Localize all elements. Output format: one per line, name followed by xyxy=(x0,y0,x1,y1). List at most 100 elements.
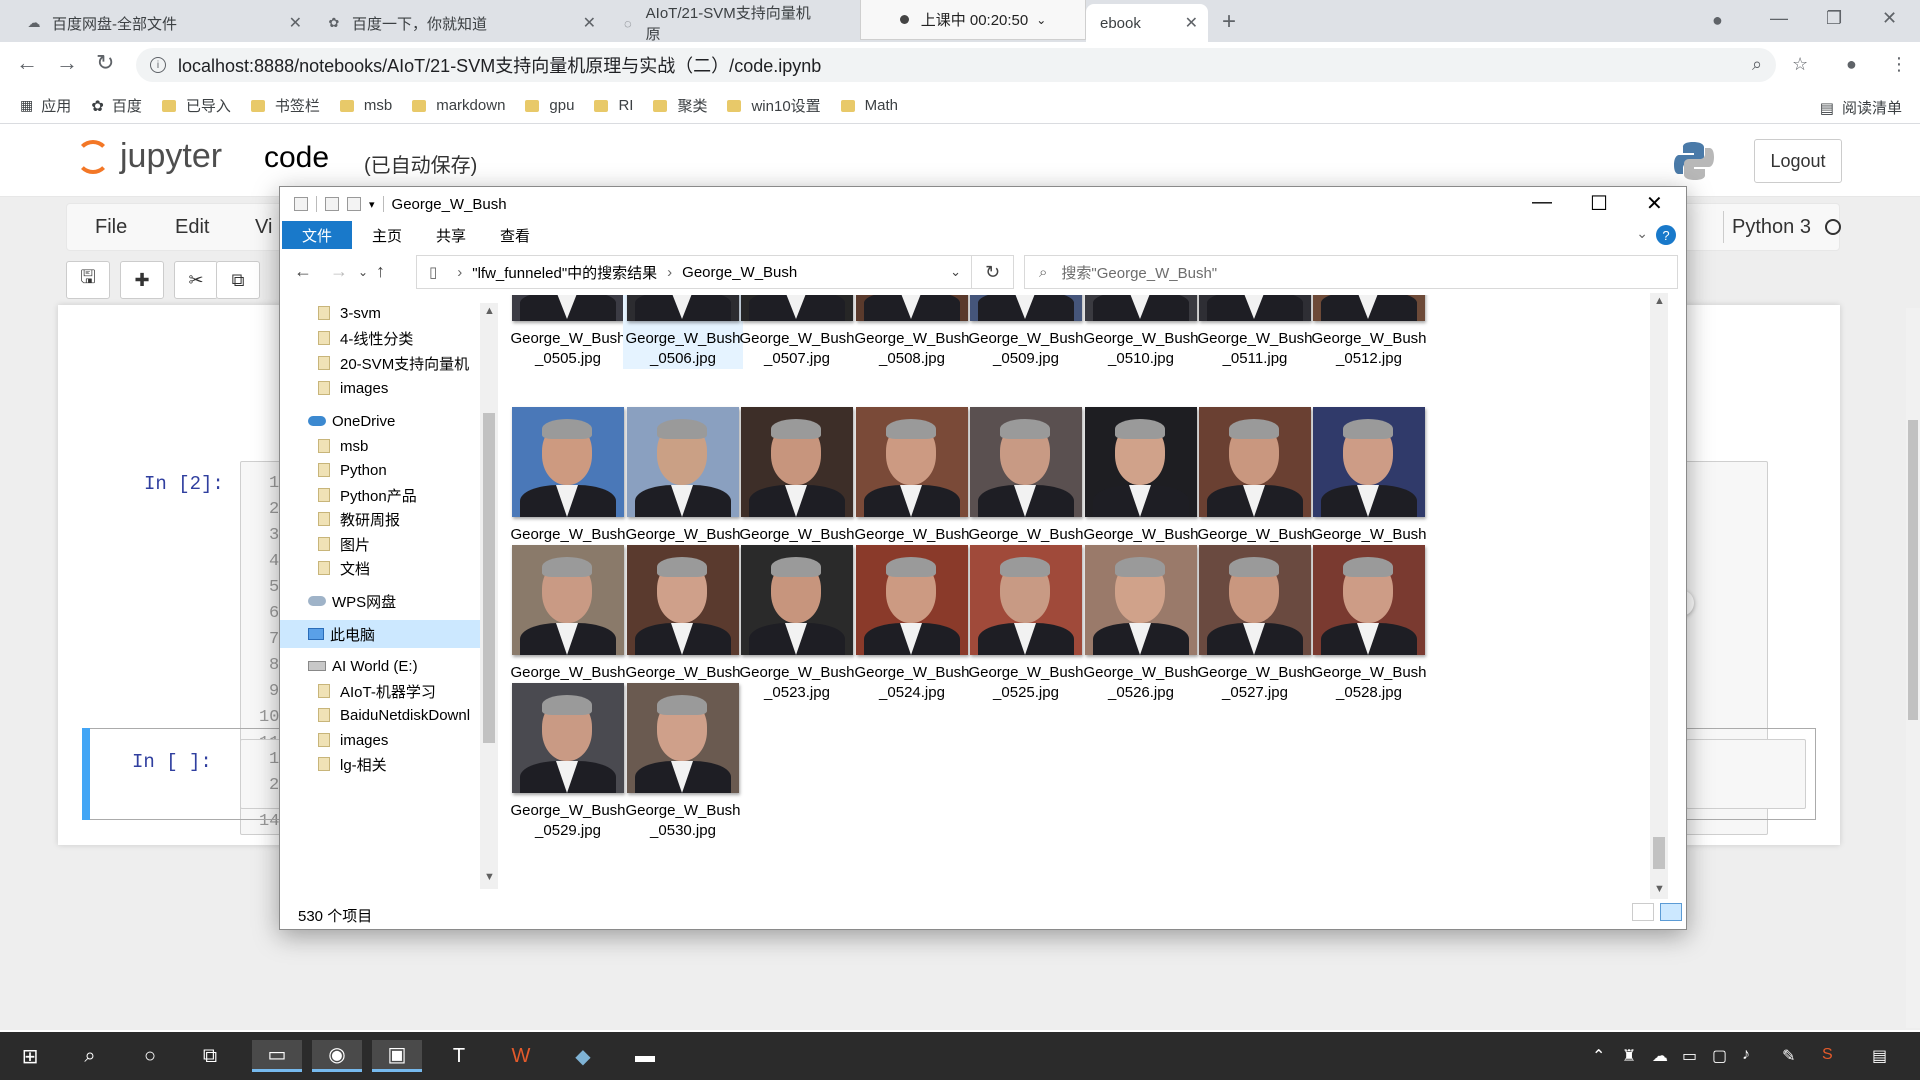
explorer-address-bar[interactable]: ▯ › "lfw_funneled"中的搜索结果 › George_W_Bush… xyxy=(416,255,972,289)
close-window-icon[interactable]: ✕ xyxy=(1882,8,1897,29)
star-icon[interactable]: ☆ xyxy=(1792,54,1808,75)
bookmark-folder[interactable]: gpu xyxy=(525,97,574,114)
forward-icon[interactable]: → xyxy=(330,261,348,282)
file-thumbnail-item[interactable]: George_W_Bush_0519.jpg xyxy=(1195,407,1315,565)
page-scrollbar[interactable] xyxy=(1906,308,1920,1028)
app-cube-icon[interactable]: ◆ xyxy=(558,1040,608,1072)
wps-icon[interactable]: W xyxy=(496,1040,546,1072)
close-window-icon[interactable]: ✕ xyxy=(1646,191,1663,216)
pen-icon[interactable]: ✎ xyxy=(1782,1046,1795,1066)
file-thumbnail-item[interactable]: George_W_Bush_0521.jpg xyxy=(508,545,628,703)
scrollbar-thumb[interactable] xyxy=(483,413,495,743)
nav-pane-item[interactable]: 3-svm xyxy=(280,299,480,327)
insert-cell-button[interactable]: ✚ xyxy=(120,261,164,299)
avatar[interactable]: ● xyxy=(1846,54,1857,75)
up-icon[interactable]: ↑ xyxy=(376,261,385,282)
close-icon[interactable]: ✕ xyxy=(1185,13,1198,33)
tab-ebook[interactable]: ebook ✕ xyxy=(1086,4,1208,42)
breadcrumb-current[interactable]: George_W_Bush xyxy=(682,264,797,281)
ribbon-tab-view[interactable]: 查看 xyxy=(480,221,550,249)
large-icons-view-icon[interactable] xyxy=(1660,903,1682,921)
expand-ribbon-icon[interactable]: ⌄ xyxy=(1636,225,1648,242)
file-thumbnail-item[interactable]: George_W_Bush_0516.jpg xyxy=(852,407,972,565)
restore-icon[interactable]: ❐ xyxy=(1826,8,1842,29)
help-icon[interactable]: ? xyxy=(1656,225,1676,245)
bookmark-folder[interactable]: RI xyxy=(594,97,633,114)
scroll-up-icon[interactable]: ▲ xyxy=(1654,295,1665,307)
reading-list-button[interactable]: ▤ 阅读清单 xyxy=(1820,97,1902,118)
scrollbar-thumb[interactable] xyxy=(1653,837,1665,869)
close-icon[interactable]: ✕ xyxy=(289,13,302,33)
file-thumbnail-item[interactable]: George_W_Bush_0508.jpg xyxy=(852,295,972,369)
cortana-icon[interactable]: ○ xyxy=(130,1040,170,1072)
nav-pane-item[interactable]: images xyxy=(280,374,480,402)
search-icon[interactable]: ⌕ xyxy=(70,1040,110,1072)
save-button[interactable]: 🖫 xyxy=(66,261,110,299)
cut-button[interactable]: ✂ xyxy=(174,261,218,299)
code-cell-input-right[interactable] xyxy=(1686,739,1806,809)
refresh-button[interactable]: ↻ xyxy=(972,255,1014,289)
properties-icon[interactable] xyxy=(325,197,339,211)
battery-icon[interactable]: ▭ xyxy=(1682,1046,1697,1066)
url-input[interactable]: i localhost:8888/notebooks/AIoT/21-SVM支持… xyxy=(136,48,1776,82)
tab-jupyter[interactable]: ◌ AIoT/21-SVM支持向量机原 xyxy=(606,4,836,43)
file-thumbnail-item[interactable]: George_W_Bush_0506.jpg xyxy=(623,295,743,369)
typora-icon[interactable]: T xyxy=(434,1040,484,1072)
close-icon[interactable]: ✕ xyxy=(583,13,596,33)
minimize-icon[interactable]: — xyxy=(1770,8,1788,29)
back-icon[interactable]: ← xyxy=(294,261,312,282)
nav-pane-item[interactable]: BaiduNetdiskDownl xyxy=(280,701,480,729)
file-thumbnail-item[interactable]: George_W_Bush_0527.jpg xyxy=(1195,545,1315,703)
navigation-pane-scrollbar[interactable]: ▲ ▼ xyxy=(480,303,498,889)
file-thumbnail-item[interactable]: George_W_Bush_0522.jpg xyxy=(623,545,743,703)
nav-pane-item[interactable]: lg-相关 xyxy=(280,750,480,778)
recent-locations-icon[interactable]: ⌄ xyxy=(358,265,368,279)
onedrive-icon[interactable]: ☁ xyxy=(1652,1046,1668,1066)
forward-icon[interactable]: → xyxy=(56,50,78,76)
bookmark-folder[interactable]: 书签栏 xyxy=(250,95,320,116)
terminal-icon[interactable]: ▬ xyxy=(620,1040,670,1072)
ribbon-tab-home[interactable]: 主页 xyxy=(352,221,422,249)
file-thumbnail-item[interactable]: George_W_Bush_0511.jpg xyxy=(1195,295,1315,369)
notifications-icon[interactable]: ▤ xyxy=(1872,1046,1887,1066)
scroll-down-icon[interactable]: ▼ xyxy=(1654,883,1665,895)
menu-edit[interactable]: Edit xyxy=(175,216,209,239)
nav-pane-item[interactable]: 20-SVM支持向量机 xyxy=(280,349,480,377)
ribbon-tab-file[interactable]: 文件 xyxy=(282,221,353,249)
file-thumbnail-item[interactable]: George_W_Bush_0515.jpg xyxy=(737,407,857,565)
scroll-up-icon[interactable]: ▲ xyxy=(484,305,495,317)
file-thumbnail-item[interactable]: George_W_Bush_0523.jpg xyxy=(737,545,857,703)
nav-pane-item[interactable]: Python xyxy=(280,456,480,484)
file-grid-scrollbar[interactable]: ▲ ▼ xyxy=(1650,293,1668,899)
file-thumbnail-item[interactable]: George_W_Bush_0525.jpg xyxy=(966,545,1086,703)
tab-baidu-pan[interactable]: ☁ 百度网盘-全部文件 ✕ xyxy=(12,4,312,42)
nav-pane-item[interactable]: 此电脑 xyxy=(280,620,480,648)
profile-dot-icon[interactable]: ● xyxy=(1712,10,1723,31)
bookmark-baidu[interactable]: ✿ 百度 xyxy=(91,95,142,116)
bookmark-folder[interactable]: 已导入 xyxy=(161,95,231,116)
nav-pane-item[interactable]: 文档 xyxy=(280,554,480,582)
file-thumbnail-item[interactable]: George_W_Bush_0509.jpg xyxy=(966,295,1086,369)
task-view-icon[interactable]: ⧉ xyxy=(190,1040,230,1072)
nav-pane-item[interactable]: WPS网盘 xyxy=(280,587,480,615)
new-tab-button[interactable]: + xyxy=(1222,8,1236,36)
tray-app-icon[interactable]: ♜ xyxy=(1622,1046,1636,1066)
volume-icon[interactable]: ♪ xyxy=(1742,1046,1750,1064)
file-thumbnail-item[interactable]: George_W_Bush_0530.jpg xyxy=(623,683,743,841)
chrome-icon[interactable]: ◉ xyxy=(312,1040,362,1072)
file-explorer-icon[interactable]: ▭ xyxy=(252,1040,302,1072)
file-thumbnail-item[interactable]: George_W_Bush_0528.jpg xyxy=(1309,545,1429,703)
menu-view[interactable]: Vi xyxy=(255,216,272,239)
nav-pane-item[interactable]: 4-线性分类 xyxy=(280,324,480,352)
tray-expand-icon[interactable]: ⌃ xyxy=(1592,1046,1605,1066)
photos-app-icon[interactable]: ▣ xyxy=(372,1040,422,1072)
recording-timer[interactable]: 上课中 00:20:50 ⌄ xyxy=(860,0,1086,40)
nav-pane-item[interactable]: OneDrive xyxy=(280,407,480,435)
back-icon[interactable]: ← xyxy=(16,50,38,76)
new-folder-icon[interactable] xyxy=(347,197,361,211)
file-thumbnail-item[interactable]: George_W_Bush_0526.jpg xyxy=(1081,545,1201,703)
nav-pane-item[interactable]: 教研周报 xyxy=(280,505,480,533)
minimize-icon[interactable]: — xyxy=(1532,191,1552,214)
chevron-down-icon[interactable]: ▾ xyxy=(369,198,375,211)
jupyter-logo[interactable]: jupyter xyxy=(76,137,222,176)
